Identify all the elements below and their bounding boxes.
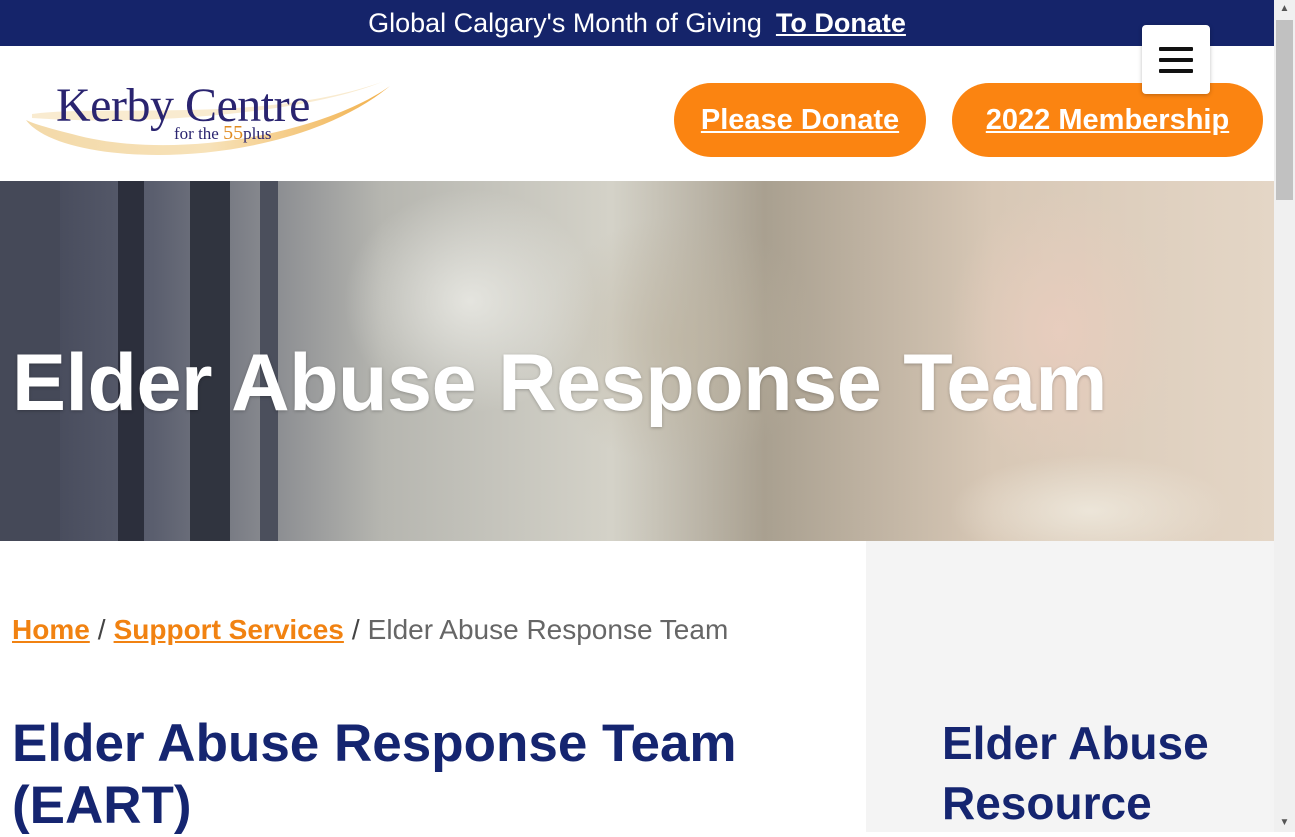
hamburger-menu-icon (1159, 46, 1193, 51)
vertical-scrollbar[interactable]: ▲ ▼ (1274, 0, 1295, 832)
site-header: Kerby Centre for the 55plus Please Donat… (0, 46, 1274, 181)
please-donate-button[interactable]: Please Donate (674, 83, 926, 157)
sidebar: Elder Abuse Resource (866, 541, 1274, 832)
announcement-text: Global Calgary's Month of Giving (368, 7, 762, 38)
page-title: Elder Abuse Response Team (EART) (12, 714, 737, 835)
to-donate-link[interactable]: To Donate (776, 8, 906, 39)
logo-tagline: for the 55plus (174, 122, 272, 144)
membership-button[interactable]: 2022 Membership (952, 83, 1263, 157)
hero-title: Elder Abuse Response Team (12, 338, 1107, 428)
scrollbar-thumb[interactable] (1276, 20, 1293, 200)
hamburger-menu-button[interactable] (1142, 25, 1210, 94)
breadcrumb-separator: / (351, 614, 360, 645)
hamburger-menu-icon (1159, 68, 1193, 73)
breadcrumb-home-link[interactable]: Home (12, 614, 90, 645)
breadcrumb-support-services-link[interactable]: Support Services (114, 614, 344, 645)
hamburger-menu-icon (1159, 57, 1193, 62)
kerby-centre-logo[interactable]: Kerby Centre for the 55plus (22, 74, 392, 194)
announcement-bar: Global Calgary's Month of Giving To Dona… (0, 0, 1274, 46)
scroll-up-arrow-icon[interactable]: ▲ (1274, 0, 1295, 18)
hero-banner: Elder Abuse Response Team (0, 181, 1274, 541)
sidebar-title: Elder Abuse Resource (942, 717, 1209, 829)
breadcrumb-current: Elder Abuse Response Team (367, 614, 729, 645)
scroll-down-arrow-icon[interactable]: ▼ (1274, 814, 1295, 832)
main-content: Home / Support Services / Elder Abuse Respon… (0, 541, 866, 835)
breadcrumb-separator: / (97, 614, 106, 645)
breadcrumb: Home / Support Services / Elder Abuse Respon… (12, 614, 728, 646)
